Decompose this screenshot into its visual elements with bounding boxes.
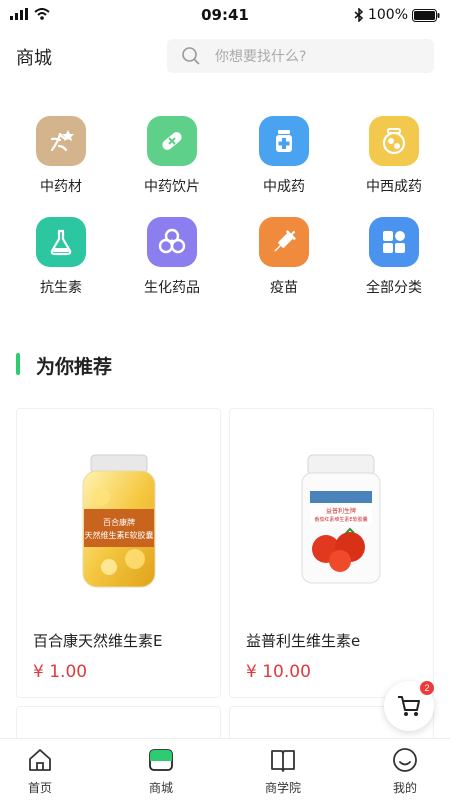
product-price: ¥ 1.00	[33, 662, 88, 682]
home-icon	[29, 749, 51, 771]
svg-text:天然维生素E软胶囊: 天然维生素E软胶囊	[84, 530, 153, 540]
search-placeholder: 你想要找什么?	[215, 49, 307, 65]
tab-bar: 首页 商城 商学院 我的	[0, 738, 450, 800]
bluetooth-icon	[354, 8, 364, 22]
svg-text:益普利生牌: 益普利生牌	[326, 507, 356, 515]
category-patent-medicine[interactable]: 中成药	[228, 116, 340, 196]
pill-jar-icon	[369, 116, 419, 166]
medicine-bottle-icon	[259, 116, 309, 166]
tab-store[interactable]: 商城	[105, 747, 217, 796]
category-label: 中药材	[40, 179, 82, 195]
svg-text:百合康牌: 百合康牌	[103, 517, 135, 527]
status-right: 100%	[354, 7, 440, 23]
book-icon	[271, 750, 295, 772]
category-biochemical[interactable]: 生化药品	[116, 217, 228, 297]
product-image: 百合康牌 天然维生素E软胶囊	[17, 409, 222, 619]
cart-icon	[398, 696, 420, 716]
tab-home[interactable]: 首页	[0, 747, 96, 796]
tab-academy[interactable]: 商学院	[227, 747, 339, 796]
store-icon	[149, 749, 173, 771]
tab-profile[interactable]: 我的	[349, 747, 450, 796]
product-name: 益普利生维生素e	[246, 632, 361, 650]
header: 商城 你想要找什么?	[0, 38, 450, 74]
battery-icon	[412, 8, 440, 22]
cart-count-badge: 2	[420, 681, 434, 695]
category-label: 抗生素	[40, 280, 82, 296]
grid-icon	[369, 217, 419, 267]
tab-label: 我的	[392, 781, 417, 795]
category-label: 全部分类	[366, 280, 422, 296]
herb-root-icon	[36, 116, 86, 166]
category-label: 中药饮片	[144, 179, 200, 195]
flask-icon	[36, 217, 86, 267]
product-card[interactable]: 百合康牌 天然维生素E软胶囊 百合康天然维生素E ¥ 1.00	[16, 408, 221, 698]
category-label: 生化药品	[144, 280, 200, 296]
category-antibiotics[interactable]: 抗生素	[5, 217, 117, 297]
category-label: 中成药	[263, 179, 305, 195]
biohazard-icon	[147, 217, 197, 267]
tab-label: 首页	[27, 781, 52, 795]
status-bar: 09:41 100%	[0, 0, 450, 30]
capsule-icon	[147, 116, 197, 166]
page-title: 商城	[16, 48, 52, 69]
section-accent-bar	[16, 353, 20, 375]
category-decoction-pieces[interactable]: 中药饮片	[116, 116, 228, 196]
search-icon	[182, 47, 200, 65]
product-image: 益普利生牌 番茄红素维生素E软胶囊	[230, 409, 435, 619]
svg-text:番茄红素维生素E软胶囊: 番茄红素维生素E软胶囊	[314, 516, 367, 523]
category-vaccines[interactable]: 疫苗	[228, 217, 340, 297]
category-cn-western-medicine[interactable]: 中西成药	[338, 116, 450, 196]
product-price: ¥ 10.00	[246, 662, 311, 682]
product-card[interactable]: 益普利生牌 番茄红素维生素E软胶囊 益普利生维生素e ¥ 10.00	[229, 408, 434, 698]
syringe-icon	[259, 217, 309, 267]
search-input[interactable]: 你想要找什么?	[167, 39, 434, 73]
product-name: 百合康天然维生素E	[33, 632, 163, 650]
category-label: 疫苗	[270, 280, 298, 296]
tab-label: 商城	[148, 781, 173, 795]
battery-percent: 100%	[367, 7, 408, 23]
category-herbs[interactable]: 中药材	[5, 116, 117, 196]
section-title: 为你推荐	[36, 356, 113, 378]
profile-icon	[393, 748, 417, 772]
category-all[interactable]: 全部分类	[338, 217, 450, 297]
category-label: 中西成药	[366, 179, 422, 195]
tab-label: 商学院	[264, 781, 301, 795]
cart-button[interactable]: 2	[384, 681, 434, 731]
